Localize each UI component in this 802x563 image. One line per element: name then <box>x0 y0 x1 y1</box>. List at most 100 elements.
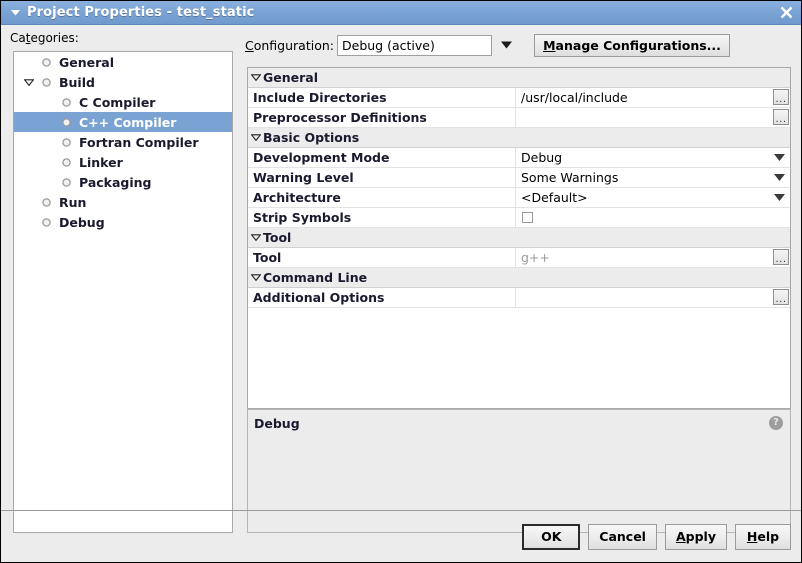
property-row[interactable]: Strip Symbols <box>248 208 790 228</box>
dialog-button-bar: OK Cancel Apply Help <box>1 510 801 562</box>
property-name: Preprocessor Definitions <box>248 108 516 127</box>
property-row[interactable]: Development Mode Debug <box>248 148 790 168</box>
property-value-text: Some Warnings <box>521 170 618 185</box>
tree-expander-placeholder <box>20 52 38 72</box>
tree-node-bullet-icon <box>38 52 54 72</box>
tree-node-bullet-icon <box>58 92 74 112</box>
property-value-cell[interactable]: <Default> <box>516 188 790 207</box>
property-row[interactable]: Architecture<Default> <box>248 188 790 208</box>
button-label: OK <box>541 529 561 544</box>
property-group-header[interactable]: Basic Options <box>248 128 790 148</box>
close-icon[interactable] <box>771 1 801 25</box>
property-row[interactable]: Include Directories/usr/local/include... <box>248 88 790 108</box>
configuration-label: Configuration: <box>245 38 334 53</box>
property-value-cell[interactable] <box>516 208 790 227</box>
sidebar-item-fortran-compiler[interactable]: Fortran Compiler <box>14 132 232 152</box>
property-browse-button[interactable]: ... <box>773 109 789 125</box>
sidebar-item-cpp-compiler[interactable]: C++ Compiler <box>14 112 232 132</box>
property-name: Include Directories <box>248 88 516 107</box>
property-name: Development Mode <box>248 148 516 167</box>
sidebar-item-build[interactable]: Build <box>14 72 232 92</box>
button-label: pply <box>686 529 716 544</box>
property-row[interactable]: Warning Level Some Warnings <box>248 168 790 188</box>
property-value-cell[interactable]: Debug <box>516 148 790 167</box>
sidebar-item-label: Linker <box>74 155 123 170</box>
property-dropdown-icon[interactable] <box>772 148 786 167</box>
sidebar-item-c-compiler[interactable]: C Compiler <box>14 92 232 112</box>
property-row[interactable]: Preprocessor Definitions... <box>248 108 790 128</box>
tree-node-bullet-icon <box>58 152 74 172</box>
sidebar-item-packaging[interactable]: Packaging <box>14 172 232 192</box>
property-name: Additional Options <box>248 288 516 307</box>
sidebar-item-run[interactable]: Run <box>14 192 232 212</box>
property-group-header[interactable]: Command Line <box>248 268 790 288</box>
sidebar-item-label: Build <box>54 75 95 90</box>
properties-pane: Configuration: Debug (active) Manage Con… <box>245 25 791 537</box>
property-group-title: Basic Options <box>263 130 359 145</box>
property-row[interactable]: Toolg++... <box>248 248 790 268</box>
tree-expander-placeholder <box>40 152 58 172</box>
tree-node-bullet-icon <box>58 112 74 132</box>
button-label: elp <box>757 529 779 544</box>
sidebar-item-label: Fortran Compiler <box>74 135 199 150</box>
tree-expander-placeholder <box>40 132 58 152</box>
property-value-cell[interactable]: /usr/local/include... <box>516 88 790 107</box>
property-browse-button[interactable]: ... <box>773 89 789 105</box>
property-group-header[interactable]: General <box>248 68 790 88</box>
dialog-content: Categories: General Build C Compiler C++ Co… <box>1 25 801 562</box>
tree-expander-placeholder <box>40 172 58 192</box>
sidebar-item-general[interactable]: General <box>14 52 232 72</box>
tree-node-bullet-icon <box>38 192 54 212</box>
group-expander-down-icon[interactable] <box>249 128 263 148</box>
tree-expander-down-icon[interactable] <box>20 72 38 92</box>
tree-expander-placeholder <box>20 212 38 232</box>
categories-label: Categories: <box>10 31 79 45</box>
properties-table[interactable]: General Include Directories/usr/local/inc… <box>247 67 791 409</box>
tree-node-bullet-icon <box>38 212 54 232</box>
button-mnemonic: A <box>676 529 686 544</box>
button-mnemonic: H <box>747 529 757 544</box>
property-value-cell[interactable]: Some Warnings <box>516 168 790 187</box>
property-browse-button[interactable]: ... <box>773 249 789 265</box>
property-name: Warning Level <box>248 168 516 187</box>
configuration-bar: Configuration: Debug (active) Manage Con… <box>245 33 730 57</box>
configuration-combo[interactable]: Debug (active) <box>337 35 492 56</box>
property-group-title: General <box>263 70 318 85</box>
chevron-down-icon[interactable] <box>492 35 520 56</box>
property-value-cell[interactable]: ... <box>516 288 790 307</box>
button-label: Cancel <box>599 529 646 544</box>
sidebar-item-label: Packaging <box>74 175 152 190</box>
window-title: Project Properties - test_static <box>27 5 254 20</box>
property-value-text: Debug <box>521 150 562 165</box>
project-properties-dialog: Project Properties - test_static Categor… <box>0 0 802 563</box>
property-dropdown-icon[interactable] <box>772 188 786 207</box>
property-row[interactable]: Additional Options... <box>248 288 790 308</box>
sidebar-item-debug[interactable]: Debug <box>14 212 232 232</box>
tree-expander-placeholder <box>20 192 38 212</box>
property-name: Strip Symbols <box>248 208 516 227</box>
description-text: Debug <box>254 416 300 431</box>
property-value-text: /usr/local/include <box>521 90 628 105</box>
tree-expander-placeholder <box>40 112 58 132</box>
group-expander-down-icon[interactable] <box>249 68 263 88</box>
property-checkbox[interactable] <box>522 212 533 223</box>
sidebar-item-label: C Compiler <box>74 95 155 110</box>
apply-button[interactable]: Apply <box>665 524 727 550</box>
sidebar-item-linker[interactable]: Linker <box>14 152 232 172</box>
property-dropdown-icon[interactable] <box>772 168 786 187</box>
configuration-value: Debug (active) <box>342 38 435 53</box>
property-browse-button[interactable]: ... <box>773 289 789 305</box>
categories-tree[interactable]: General Build C Compiler C++ Compiler Fortra… <box>13 51 233 533</box>
window-menu-icon[interactable] <box>5 1 25 25</box>
help-button[interactable]: Help <box>735 524 791 550</box>
group-expander-down-icon[interactable] <box>249 228 263 248</box>
sidebar-item-label: General <box>54 55 114 70</box>
property-group-header[interactable]: Tool <box>248 228 790 248</box>
ok-button[interactable]: OK <box>522 524 580 550</box>
help-circle-icon[interactable]: ? <box>769 416 783 430</box>
group-expander-down-icon[interactable] <box>249 268 263 288</box>
property-value-cell[interactable]: g++... <box>516 248 790 267</box>
manage-configurations-button[interactable]: Manage Configurations... <box>534 34 730 57</box>
cancel-button[interactable]: Cancel <box>588 524 657 550</box>
property-value-cell[interactable]: ... <box>516 108 790 127</box>
